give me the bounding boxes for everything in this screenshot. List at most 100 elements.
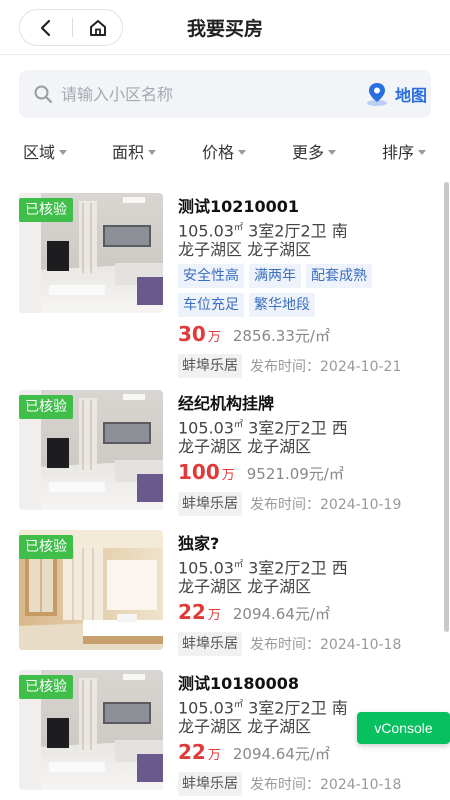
- caret-down-icon: [328, 150, 337, 155]
- publish-date: 2024-10-21: [320, 359, 402, 375]
- top-bar: 我要买房: [0, 0, 450, 55]
- orientation: 西: [331, 558, 348, 578]
- listing-photo: 已核验: [19, 390, 163, 510]
- room-layout: 3室2厅2卫: [248, 418, 327, 438]
- price-unit: 万: [207, 748, 221, 763]
- total-price: 30: [178, 322, 206, 346]
- total-price: 100: [178, 460, 220, 484]
- orientation: 南: [331, 221, 348, 241]
- publish-time: 发布时间：2024-10-18: [250, 634, 401, 654]
- caret-down-icon: [59, 150, 68, 155]
- area-value: 105.03: [178, 558, 234, 578]
- map-button[interactable]: 地图: [365, 81, 427, 107]
- verified-badge: 已核验: [19, 198, 73, 222]
- meta-row: 蚌埠乐居 发布时间：2024-10-21: [178, 354, 440, 378]
- listing-title: 经纪机构挂牌: [178, 394, 275, 413]
- price-row: 30 万 2856.33元/㎡: [178, 322, 440, 350]
- listing-title: 测试10210001: [178, 197, 300, 216]
- publish-label: 发布时间：: [250, 777, 320, 793]
- price-unit: 万: [207, 330, 221, 345]
- district: 龙子湖区: [178, 240, 243, 259]
- caret-down-icon: [238, 150, 247, 155]
- meta-row: 蚌埠乐居 发布时间：2024-10-18: [178, 772, 440, 796]
- unit-price: 2094.64元/㎡: [232, 745, 330, 763]
- room-layout: 3室2厅2卫: [248, 221, 327, 241]
- filter-label: 区域: [23, 143, 56, 162]
- listing-info: 测试10210001 105.03㎡ 3室2厅2卫 南 龙子湖区 龙子湖区 安全…: [178, 196, 440, 378]
- filter-bar: 区域 面积 价格 更多 排序: [0, 136, 450, 166]
- agency-badge: 蚌埠乐居: [178, 632, 242, 656]
- room-layout: 3室2厅2卫: [248, 698, 327, 718]
- community: 龙子湖区: [247, 717, 312, 736]
- listing-spec: 105.03㎡ 3室2厅2卫 南: [178, 218, 440, 241]
- listing-photo: 已核验: [19, 670, 163, 790]
- filter-label: 更多: [292, 143, 325, 162]
- feature-tag: 繁华地段: [249, 293, 315, 317]
- price-unit: 万: [207, 608, 221, 623]
- community: 龙子湖区: [247, 577, 312, 596]
- publish-time: 发布时间：2024-10-18: [250, 774, 401, 794]
- map-pin-icon: [367, 83, 387, 106]
- filter-more[interactable]: 更多: [292, 136, 337, 166]
- unit-price: 9521.09元/㎡: [246, 465, 344, 483]
- listing-photo: 已核验: [19, 530, 163, 650]
- caret-down-icon: [418, 150, 427, 155]
- feature-tag: 满两年: [249, 264, 301, 288]
- publish-date: 2024-10-18: [320, 777, 402, 793]
- filter-sort[interactable]: 排序: [382, 136, 427, 166]
- listing-spec: 105.03㎡ 3室2厅2卫 西: [178, 555, 440, 578]
- filter-label: 价格: [202, 143, 235, 162]
- agency-badge: 蚌埠乐居: [178, 492, 242, 516]
- unit-price: 2094.64元/㎡: [232, 605, 330, 623]
- area-unit: ㎡: [233, 223, 243, 233]
- filter-label: 面积: [112, 143, 145, 162]
- publish-date: 2024-10-18: [320, 637, 402, 653]
- search-bar: 地图: [19, 70, 431, 118]
- publish-time: 发布时间：2024-10-19: [250, 494, 401, 514]
- area-unit: ㎡: [233, 560, 243, 570]
- filter-price[interactable]: 价格: [202, 136, 247, 166]
- meta-row: 蚌埠乐居 发布时间：2024-10-19: [178, 492, 440, 516]
- search-input[interactable]: [61, 79, 331, 109]
- total-price: 22: [178, 600, 206, 624]
- area-unit: ㎡: [233, 420, 243, 430]
- room-layout: 3室2厅2卫: [248, 558, 327, 578]
- district: 龙子湖区: [178, 437, 243, 456]
- listing-title: 独家?: [178, 534, 220, 553]
- filter-region[interactable]: 区域: [23, 136, 68, 166]
- scrollbar[interactable]: [444, 182, 449, 632]
- listing-location: 龙子湖区 龙子湖区: [178, 239, 440, 260]
- listing-info: 独家? 105.03㎡ 3室2厅2卫 西 龙子湖区 龙子湖区 22 万 2094…: [178, 533, 440, 656]
- filter-area[interactable]: 面积: [112, 136, 157, 166]
- publish-label: 发布时间：: [250, 497, 320, 513]
- search-icon: [34, 85, 53, 104]
- price-row: 100 万 9521.09元/㎡: [178, 460, 440, 488]
- agency-badge: 蚌埠乐居: [178, 354, 242, 378]
- listing-spec: 105.03㎡ 3室2厅2卫 西: [178, 415, 440, 438]
- unit-price: 2856.33元/㎡: [232, 327, 330, 345]
- area-value: 105.03: [178, 221, 234, 241]
- tag-list: 安全性高 满两年 配套成熟 车位充足 繁华地段: [178, 264, 440, 322]
- community: 龙子湖区: [247, 437, 312, 456]
- caret-down-icon: [148, 150, 157, 155]
- price-unit: 万: [221, 468, 235, 483]
- feature-tag: 车位充足: [178, 293, 244, 317]
- meta-row: 蚌埠乐居 发布时间：2024-10-18: [178, 632, 440, 656]
- listing-photo: 已核验: [19, 193, 163, 313]
- publish-label: 发布时间：: [250, 359, 320, 375]
- verified-badge: 已核验: [19, 675, 73, 699]
- listing-location: 龙子湖区 龙子湖区: [178, 576, 440, 597]
- feature-tag: 配套成熟: [306, 264, 372, 288]
- listing-info: 经纪机构挂牌 105.03㎡ 3室2厅2卫 西 龙子湖区 龙子湖区 100 万 …: [178, 393, 440, 516]
- district: 龙子湖区: [178, 717, 243, 736]
- verified-badge: 已核验: [19, 395, 73, 419]
- community: 龙子湖区: [247, 240, 312, 259]
- map-label: 地图: [395, 86, 428, 105]
- vconsole-button[interactable]: vConsole: [357, 712, 450, 744]
- area-value: 105.03: [178, 698, 234, 718]
- orientation: 西: [331, 418, 348, 438]
- price-row: 22 万 2094.64元/㎡: [178, 600, 440, 628]
- publish-date: 2024-10-19: [320, 497, 402, 513]
- listing-list: 已核验 测试10210001 105.03㎡ 3室2厅2卫 南 龙子湖区 龙子湖…: [0, 180, 450, 800]
- verified-badge: 已核验: [19, 535, 73, 559]
